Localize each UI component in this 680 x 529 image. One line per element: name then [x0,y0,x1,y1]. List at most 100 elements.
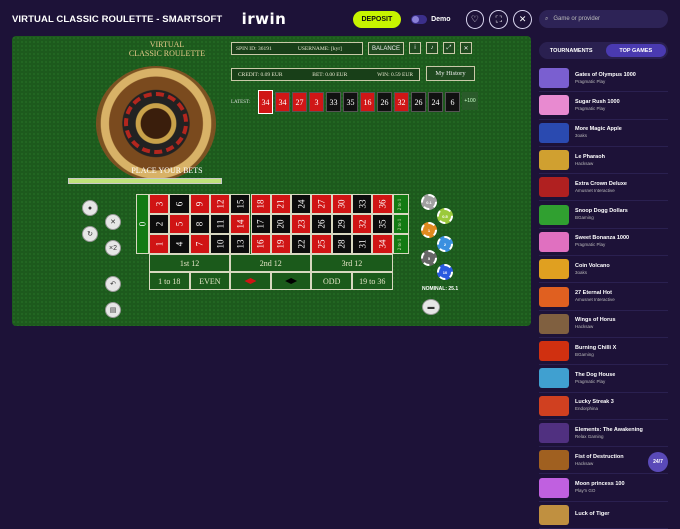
clear-bets-icon[interactable]: ✕ [105,214,121,230]
number-cell-33[interactable]: 33 [352,194,373,214]
outside-bet[interactable]: EVEN [189,272,231,290]
number-cell-10[interactable]: 10 [209,234,231,254]
game-list-item[interactable]: Sweet Bonanza 1000 Pragmatic Play [539,229,668,257]
number-cell-16[interactable]: 16 [250,234,271,254]
repeat-bet-icon[interactable]: ↻ [82,226,98,242]
double-bet-icon[interactable]: ×2 [105,240,121,256]
game-list-item[interactable]: Le Pharaoh Hacksaw [539,147,668,175]
column-bet[interactable]: 2 to 1 [392,214,409,234]
number-cell-19[interactable]: 19 [270,234,292,254]
undo-icon[interactable]: ↶ [105,276,121,292]
chip-5[interactable]: 5 [421,250,437,266]
chip-2[interactable]: 2 [437,236,453,252]
fullscreen-icon[interactable]: ⛶ [489,9,509,29]
number-cell-11[interactable]: 11 [209,214,231,234]
black-bet[interactable] [270,272,312,290]
tab-tournaments[interactable]: TOURNAMENTS [541,44,602,57]
number-cell-22[interactable]: 22 [291,234,312,254]
number-cell-32[interactable]: 32 [352,214,373,234]
number-cell-9[interactable]: 9 [189,194,210,214]
number-cell-29[interactable]: 29 [331,214,352,234]
game-close-icon[interactable]: ✕ [460,42,472,54]
autoplay-icon[interactable]: ▬ [422,299,440,315]
number-cell-24[interactable]: 24 [291,194,312,214]
number-cell-17[interactable]: 17 [250,214,271,234]
game-list-item[interactable]: Extra Crown Deluxe Amusnet Interactive [539,174,668,202]
latest-more-button[interactable]: +100 [462,92,478,110]
column-bet[interactable]: 2 to 1 [392,234,409,254]
number-cell-15[interactable]: 15 [230,194,251,214]
close-icon[interactable]: ✕ [513,9,533,29]
number-cell-5[interactable]: 5 [169,214,190,234]
game-list-item[interactable]: The Dog House Pragmatic Play [539,365,668,393]
number-cell-35[interactable]: 35 [372,214,393,234]
number-label: 35 [377,219,388,229]
outside-bet[interactable]: 1 to 18 [149,272,190,290]
chip-0.5[interactable]: 0.5 [437,208,453,224]
number-cell-13[interactable]: 13 [230,234,251,254]
game-list-item[interactable]: Elements: The Awakening Relax Gaming [539,420,668,448]
game-thumbnail [539,504,569,525]
number-label: 20 [275,219,286,229]
dozen-bet[interactable]: 2nd 12 [230,254,312,272]
chip-1[interactable]: 1 [421,222,437,238]
game-list-item[interactable]: More Magic Apple 3oaks [539,120,668,147]
outside-bet[interactable]: 19 to 36 [352,272,393,290]
dozen-bet[interactable]: 1st 12 [149,254,231,272]
red-bet[interactable] [230,272,271,290]
sound-icon[interactable]: ♪ [426,42,438,54]
chip-10[interactable]: 10 [437,264,453,280]
number-cell-36[interactable]: 36 [372,194,393,214]
number-cell-20[interactable]: 20 [270,214,292,234]
tab-top-games[interactable]: TOP GAMES [605,44,666,57]
number-cell-12[interactable]: 12 [209,194,231,214]
number-cell-28[interactable]: 28 [331,234,352,254]
number-cell-21[interactable]: 21 [270,194,292,214]
search-icon: ⌕ [545,15,549,22]
game-list-item[interactable]: Sugar Rush 1000 Pragmatic Play [539,92,668,120]
game-list-item[interactable]: Coin Volcano 3oaks [539,256,668,284]
game-list-item[interactable]: 27 Eternal Hot Amusnet Interactive [539,283,668,311]
number-cell-0[interactable]: 0 [136,194,149,254]
number-cell-26[interactable]: 26 [311,214,332,234]
number-cell-4[interactable]: 4 [169,234,190,254]
number-cell-6[interactable]: 6 [169,194,190,214]
expand-icon[interactable]: ⤢ [443,42,455,54]
game-list-item[interactable]: Lucky Streak 3 Endorphina [539,393,668,420]
number-cell-34[interactable]: 34 [372,234,393,254]
search-input[interactable]: ⌕ Game or provider [539,10,668,28]
outside-bet[interactable]: ODD [311,272,352,290]
game-list-item[interactable]: Moon princess 100 Play'n GO [539,474,668,502]
number-cell-23[interactable]: 23 [291,214,312,234]
number-cell-18[interactable]: 18 [250,194,271,214]
game-list-item[interactable]: Luck of Tiger [539,502,668,529]
balance-button[interactable]: BALANCE [368,42,404,55]
number-cell-14[interactable]: 14 [230,214,251,234]
column-bet[interactable]: 2 to 1 [392,194,409,214]
number-cell-2[interactable]: 2 [149,214,170,234]
game-list-item[interactable]: Gates of Olympus 1000 Pragmatic Play [539,65,668,93]
number-cell-7[interactable]: 7 [189,234,210,254]
number-cell-8[interactable]: 8 [189,214,210,234]
support-chat-button[interactable]: 24/7 [648,452,668,472]
deposit-button[interactable]: DEPOSIT [352,10,402,28]
info-icon[interactable]: i [409,42,421,54]
favorite-heart-icon[interactable]: ♡ [465,9,485,29]
dozen-bet[interactable]: 3rd 12 [311,254,393,272]
chip-0.1[interactable]: 0.1 [421,194,437,210]
number-cell-27[interactable]: 27 [311,194,332,214]
my-history-button[interactable]: My History [426,66,475,81]
chip-stack-icon[interactable]: ● [82,200,98,216]
irwin-logo[interactable]: irwin [242,10,353,28]
number-cell-30[interactable]: 30 [331,194,352,214]
number-cell-31[interactable]: 31 [352,234,373,254]
number-cell-25[interactable]: 25 [311,234,332,254]
game-list-item[interactable]: Snoop Dogg Dollars BGaming [539,201,668,229]
number-cell-3[interactable]: 3 [149,194,170,214]
game-list-item[interactable]: Burning Chilli X BGaming [539,338,668,366]
number-label: 25 [316,239,327,249]
game-list-item[interactable]: Wings of Horus Hacksaw [539,311,668,338]
demo-toggle[interactable] [411,14,428,24]
number-cell-1[interactable]: 1 [149,234,170,254]
statistics-icon[interactable]: ▤ [105,302,121,318]
